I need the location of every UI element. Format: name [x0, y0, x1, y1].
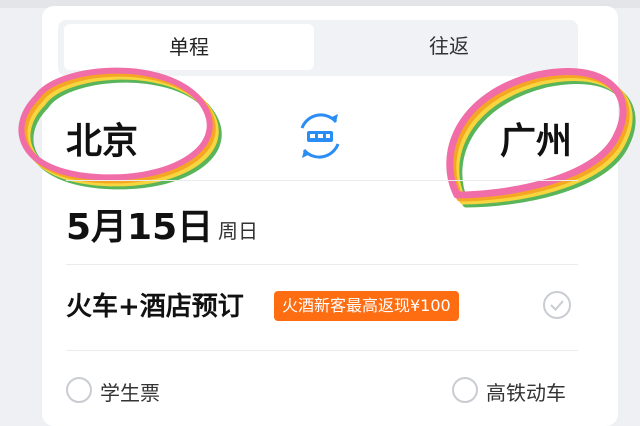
student-ticket-label: 学生票	[100, 381, 160, 405]
divider-route	[66, 180, 578, 181]
divider-date	[66, 264, 578, 265]
swap-cities-button[interactable]	[292, 108, 348, 164]
swap-train-icon	[300, 113, 340, 159]
student-ticket-radio[interactable]	[66, 377, 92, 403]
high-speed-label: 高铁动车	[486, 381, 566, 405]
divider-combo	[66, 350, 578, 351]
travel-weekday: 周日	[218, 219, 258, 243]
promo-badge: 火酒新客最高返现¥100	[274, 291, 459, 321]
travel-date[interactable]: 5月15日	[66, 198, 213, 250]
from-city[interactable]: 北京	[66, 112, 138, 164]
check-circle-icon	[543, 291, 571, 319]
high-speed-radio[interactable]	[452, 377, 478, 403]
to-city[interactable]: 广州	[500, 112, 572, 164]
train-hotel-label: 火车+酒店预订	[66, 292, 244, 322]
train-hotel-toggle[interactable]	[542, 290, 572, 320]
